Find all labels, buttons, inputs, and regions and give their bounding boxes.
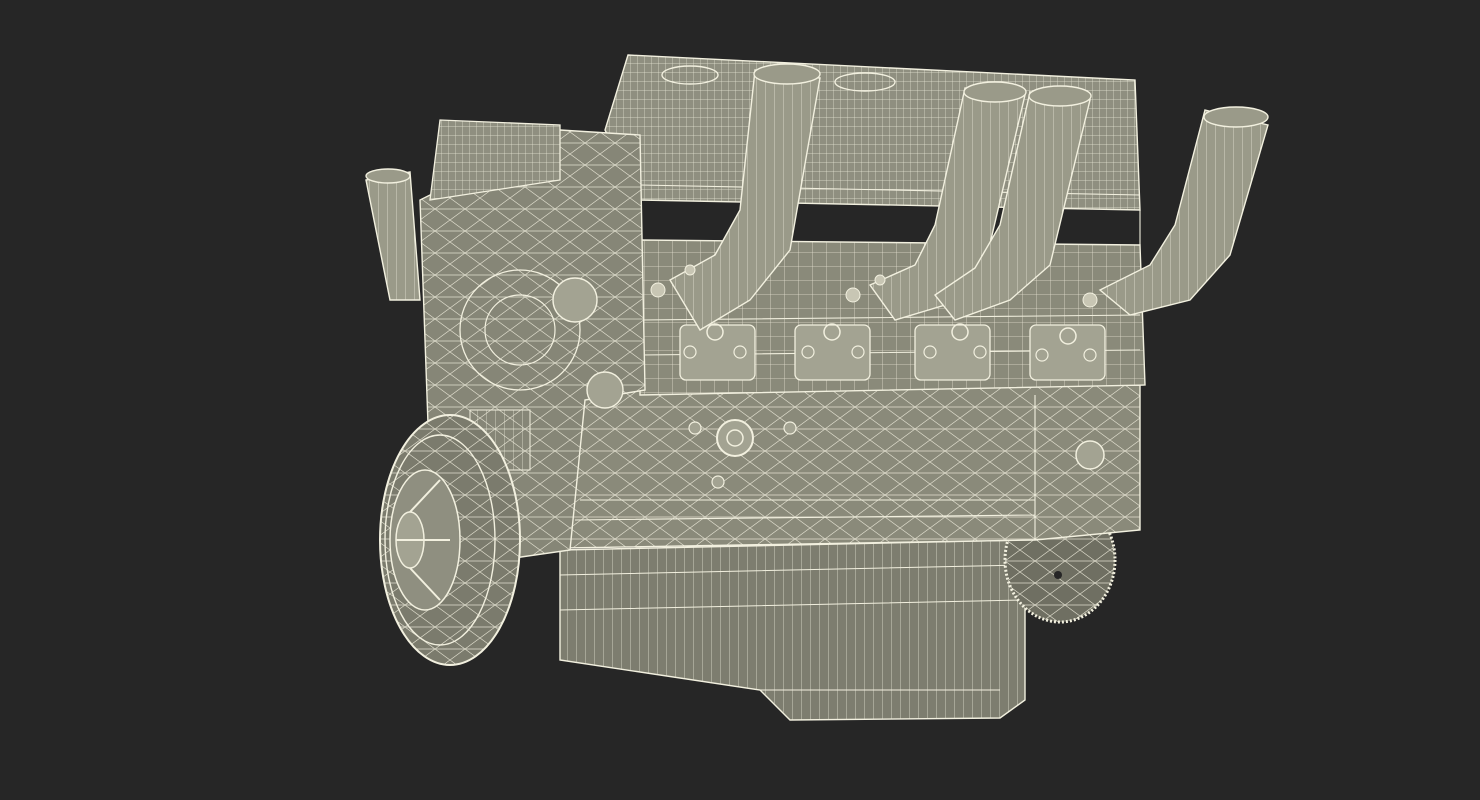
engine-wireframe-render [365,54,1269,721]
engine-block-lower [564,384,1141,549]
render-viewport [0,0,1480,800]
oil-pan [559,539,1026,721]
crank-pulley [379,414,521,666]
